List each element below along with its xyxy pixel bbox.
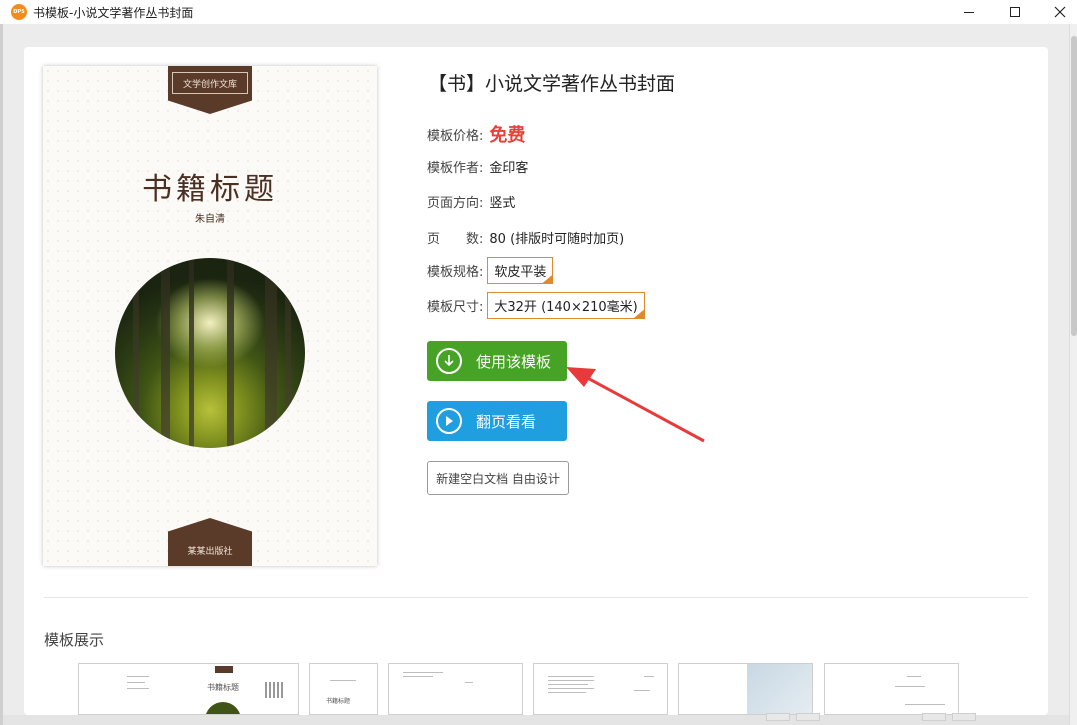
thumb-line xyxy=(644,676,654,677)
cover-publisher: 某某出版社 xyxy=(187,547,233,557)
maximize-icon xyxy=(1010,7,1020,17)
thumb-line xyxy=(127,682,145,683)
pages-label: 页 数: xyxy=(427,232,484,247)
use-template-button[interactable]: 使用该模板 xyxy=(427,341,567,381)
orientation-row: 页面方向: 竖式 xyxy=(427,192,515,211)
showcase-thumbnail[interactable] xyxy=(533,663,668,715)
minimize-button[interactable] xyxy=(946,0,992,24)
photo-trunk xyxy=(227,258,234,448)
showcase-title: 模板展示 xyxy=(44,631,105,649)
background-control xyxy=(922,713,946,721)
annotation-arrow-icon xyxy=(566,367,705,443)
template-detail-panel: 文学创作文库 书籍标题 朱自清 某某出版社 【书】小说文学著作丛书封面 模板价格… xyxy=(24,47,1048,715)
thumb-book-title: 书籍标题 xyxy=(326,698,351,705)
photo-trunk xyxy=(161,258,170,448)
author-value: 金印客 xyxy=(489,161,529,176)
background-control xyxy=(766,713,790,721)
thumb-line xyxy=(905,704,945,705)
thumb-line xyxy=(465,682,473,683)
cover-series-label: 文学创作文库 xyxy=(172,72,248,94)
cover-series-badge: 文学创作文库 xyxy=(168,66,252,114)
minimize-icon xyxy=(964,11,974,13)
orientation-label: 页面方向: xyxy=(427,196,484,211)
template-title: 【书】小说文学著作丛书封面 xyxy=(428,73,676,95)
spec-label: 模板规格: xyxy=(427,265,484,280)
showcase-thumbnail[interactable] xyxy=(388,663,523,715)
thumb-line xyxy=(548,680,594,681)
vertical-scrollbar[interactable] xyxy=(1069,24,1077,725)
new-blank-document-button[interactable]: 新建空白文档 自由设计 xyxy=(427,461,569,495)
scrollbar-thumb[interactable] xyxy=(1071,36,1077,336)
thumb-line xyxy=(548,688,594,689)
thumb-line xyxy=(330,680,356,681)
close-button[interactable] xyxy=(1037,0,1077,24)
pages-value: 80 (排版时可随时加页) xyxy=(489,232,625,247)
size-option[interactable]: 大32开 (140×210毫米) xyxy=(487,292,645,319)
cover-forest-photo xyxy=(115,258,305,448)
showcase-thumbnail[interactable] xyxy=(678,663,813,715)
cover-preview[interactable]: 文学创作文库 书籍标题 朱自清 某某出版社 xyxy=(43,66,377,566)
cover-publisher-badge: 某某出版社 xyxy=(168,518,252,566)
download-icon xyxy=(436,348,462,374)
showcase-thumbnail[interactable] xyxy=(824,663,959,715)
thumb-line xyxy=(403,676,433,677)
thumb-line xyxy=(907,676,921,677)
use-template-label: 使用该模板 xyxy=(476,352,552,371)
thumb-photo xyxy=(205,702,241,714)
cover-author: 朱自清 xyxy=(195,214,225,225)
spec-row: 模板规格: 软皮平装 xyxy=(427,257,554,284)
thumb-line xyxy=(548,676,594,677)
photo-trunk xyxy=(285,258,291,448)
thumb-line xyxy=(548,684,588,685)
section-divider xyxy=(44,597,1028,598)
window-title: 书模板-小说文学著作丛书封面 xyxy=(33,6,194,20)
price-row: 模板价格: 免费 xyxy=(427,121,525,147)
orientation-value: 竖式 xyxy=(489,196,516,211)
price-label: 模板价格: xyxy=(427,128,484,144)
thumb-line xyxy=(127,676,149,677)
photo-trunk xyxy=(133,258,139,448)
photo-trunk xyxy=(189,258,194,448)
spec-value: 软皮平装 xyxy=(494,265,547,280)
showcase-thumbnail[interactable]: 书籍标题 xyxy=(309,663,378,715)
spec-option[interactable]: 软皮平装 xyxy=(487,257,554,284)
size-value: 大32开 (140×210毫米) xyxy=(494,300,638,315)
thumb-book-title: 书籍标题 xyxy=(207,683,239,692)
flip-preview-label: 翻页看看 xyxy=(476,412,537,431)
photo-light xyxy=(155,278,265,368)
app-logo-icon: DPS xyxy=(11,4,27,20)
pages-row: 页 数: 80 (排版时可随时加页) xyxy=(427,228,624,247)
price-value: 免费 xyxy=(489,125,526,146)
photo-trunk xyxy=(265,258,277,448)
thumb-badge xyxy=(215,666,233,673)
size-row: 模板尺寸: 大32开 (140×210毫米) xyxy=(427,292,645,319)
close-icon xyxy=(1054,6,1066,18)
thumb-line xyxy=(403,672,443,673)
title-bar: DPS 书模板-小说文学著作丛书封面 xyxy=(0,0,1077,24)
maximize-button[interactable] xyxy=(992,0,1038,24)
play-icon xyxy=(436,408,462,434)
author-label: 模板作者: xyxy=(427,161,484,176)
thumb-line xyxy=(895,686,925,687)
cover-book-title: 书籍标题 xyxy=(142,172,278,207)
thumb-barcode xyxy=(265,682,285,698)
thumb-line xyxy=(634,690,650,691)
author-row: 模板作者: 金印客 xyxy=(427,157,528,176)
showcase-thumbnail[interactable]: 书籍标题 xyxy=(78,663,299,715)
thumb-sky-photo xyxy=(747,664,812,714)
background-control xyxy=(952,713,976,721)
bottom-edge xyxy=(3,715,1069,725)
flip-preview-button[interactable]: 翻页看看 xyxy=(427,401,567,441)
thumb-line xyxy=(127,688,149,689)
size-label: 模板尺寸: xyxy=(427,300,484,315)
background-control xyxy=(796,713,820,721)
thumb-line xyxy=(548,692,586,693)
